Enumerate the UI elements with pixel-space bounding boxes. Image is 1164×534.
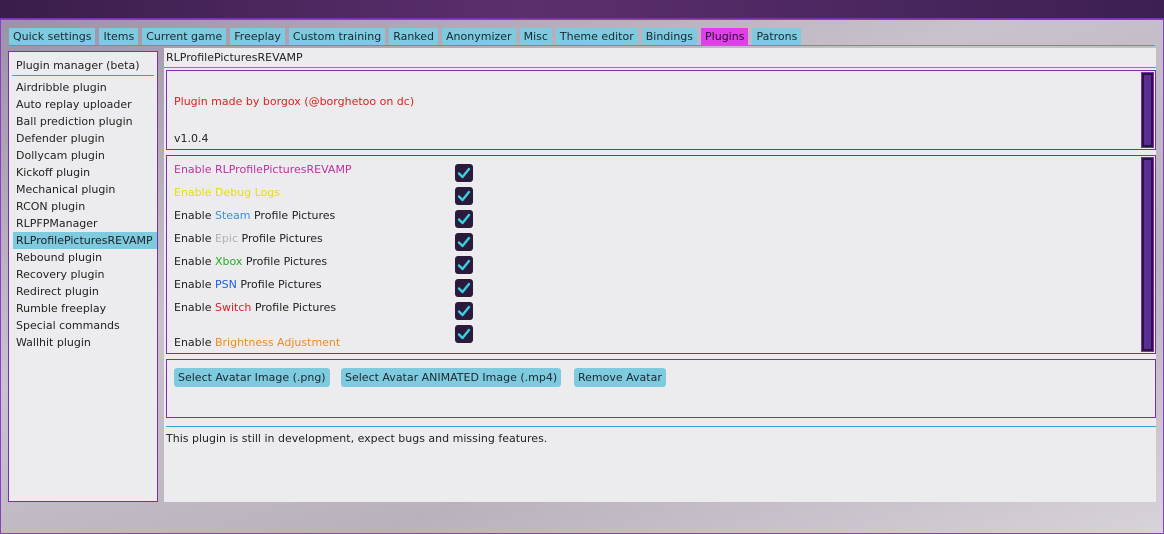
setting-label-steam: Enable Steam Profile Pictures xyxy=(174,207,335,225)
plugin-item-rumble-freeplay[interactable]: Rumble freeplay xyxy=(13,300,157,317)
plugin-author-text: Plugin made by borgox (@borghetoo on dc) xyxy=(174,95,415,108)
plugin-item-auto-replay-uploader[interactable]: Auto replay uploader xyxy=(13,96,157,113)
footer-divider xyxy=(166,426,1156,427)
plugin-item-recovery[interactable]: Recovery plugin xyxy=(13,266,157,283)
setting-suffix: Profile Pictures xyxy=(251,301,337,314)
setting-label-xbox: Enable Xbox Profile Pictures xyxy=(174,253,327,271)
plugin-item-defender[interactable]: Defender plugin xyxy=(13,130,157,147)
plugin-list: Airdribble plugin Auto replay uploader B… xyxy=(13,79,157,351)
checkbox-switch[interactable] xyxy=(455,302,473,320)
setting-prefix: Enable xyxy=(174,232,215,245)
remove-avatar-button[interactable]: Remove Avatar xyxy=(574,368,666,387)
setting-suffix: Profile Pictures xyxy=(238,232,323,245)
setting-label-switch: Enable Switch Profile Pictures xyxy=(174,299,336,317)
setting-label-debug-logs: Enable Debug Logs xyxy=(174,184,280,202)
setting-prefix: Enable xyxy=(174,336,215,349)
checkbox-epic[interactable] xyxy=(455,233,473,251)
checkbox-debug-logs[interactable] xyxy=(455,187,473,205)
setting-highlight: Epic xyxy=(214,232,239,245)
tab-quick-settings[interactable]: Quick settings xyxy=(9,28,96,45)
setting-highlight: Xbox xyxy=(214,255,243,268)
setting-highlight: Debug Logs xyxy=(214,186,281,199)
checkmark-icon xyxy=(457,328,471,340)
setting-highlight: Steam xyxy=(214,209,251,222)
tab-anonymizer[interactable]: Anonymizer xyxy=(442,28,516,45)
setting-prefix: Enable xyxy=(174,209,215,222)
checkmark-icon xyxy=(457,190,471,202)
development-notice: This plugin is still in development, exp… xyxy=(166,432,548,445)
checkbox-xbox[interactable] xyxy=(455,256,473,274)
tab-current-game[interactable]: Current game xyxy=(142,28,227,45)
tab-items[interactable]: Items xyxy=(99,28,139,45)
tab-bar-divider xyxy=(9,45,1155,46)
plugin-item-mechanical[interactable]: Mechanical plugin xyxy=(13,181,157,198)
options-scrollbar-thumb[interactable] xyxy=(1144,160,1151,349)
setting-prefix: Enable xyxy=(174,255,215,268)
setting-label-enable-plugin: Enable RLProfilePicturesREVAMP xyxy=(174,161,352,179)
tab-patrons[interactable]: Patrons xyxy=(752,28,802,45)
setting-suffix: Profile Pictures xyxy=(236,278,322,291)
setting-highlight: Brightness Adjustment xyxy=(214,336,341,349)
checkmark-icon xyxy=(457,213,471,225)
plugin-title: RLProfilePicturesREVAMP xyxy=(166,51,303,64)
select-animated-avatar-button[interactable]: Select Avatar ANIMATED Image (.mp4) xyxy=(341,368,562,387)
plugin-info-box: Plugin made by borgox (@borghetoo on dc)… xyxy=(166,70,1156,150)
checkmark-icon xyxy=(457,282,471,294)
tab-freeplay[interactable]: Freeplay xyxy=(230,28,285,45)
setting-highlight: Switch xyxy=(214,301,252,314)
plugin-version-text: v1.0.4 xyxy=(174,132,209,145)
setting-prefix: Enable xyxy=(174,163,215,176)
tab-ranked[interactable]: Ranked xyxy=(389,28,439,45)
plugin-item-kickoff[interactable]: Kickoff plugin xyxy=(13,164,157,181)
plugin-item-rlprofilepicturesrevamp[interactable]: RLProfilePicturesREVAMP xyxy=(13,232,157,249)
setting-prefix: Enable xyxy=(174,301,215,314)
tab-bindings[interactable]: Bindings xyxy=(641,28,698,45)
setting-prefix: Enable xyxy=(174,186,215,199)
setting-label-brightness: Enable Brightness Adjustment xyxy=(174,334,340,352)
plugin-item-airdribble[interactable]: Airdribble plugin xyxy=(13,79,157,96)
info-scrollbar-thumb[interactable] xyxy=(1144,75,1151,145)
plugin-item-dollycam[interactable]: Dollycam plugin xyxy=(13,147,157,164)
avatar-actions-box: Select Avatar Image (.png) Select Avatar… xyxy=(166,359,1156,418)
checkmark-icon xyxy=(457,167,471,179)
tab-plugins[interactable]: Plugins xyxy=(701,28,749,45)
plugin-list-panel: Plugin manager (beta) Airdribble plugin … xyxy=(8,51,158,502)
setting-prefix: Enable xyxy=(174,278,215,291)
plugin-manager-divider xyxy=(12,75,154,76)
plugin-manager-title: Plugin manager (beta) xyxy=(16,59,140,72)
checkbox-enable-plugin[interactable] xyxy=(455,164,473,182)
info-scrollbar[interactable] xyxy=(1141,72,1154,148)
title-bar xyxy=(0,0,1164,19)
plugin-item-rebound[interactable]: Rebound plugin xyxy=(13,249,157,266)
plugin-options-box: Enable RLProfilePicturesREVAMP Enable De… xyxy=(166,155,1156,354)
plugin-title-divider xyxy=(164,67,1156,68)
tab-bar: Quick settings Items Current game Freepl… xyxy=(9,28,805,45)
plugin-item-special-commands[interactable]: Special commands xyxy=(13,317,157,334)
select-avatar-image-button[interactable]: Select Avatar Image (.png) xyxy=(174,368,330,387)
checkbox-psn[interactable] xyxy=(455,279,473,297)
tab-custom-training[interactable]: Custom training xyxy=(288,28,386,45)
checkmark-icon xyxy=(457,259,471,271)
checkmark-icon xyxy=(457,236,471,248)
checkbox-brightness[interactable] xyxy=(455,325,473,343)
plugin-item-redirect[interactable]: Redirect plugin xyxy=(13,283,157,300)
setting-highlight: PSN xyxy=(214,278,237,291)
setting-label-epic: Enable Epic Profile Pictures xyxy=(174,230,323,248)
setting-suffix: Profile Pictures xyxy=(250,209,336,222)
setting-label-psn: Enable PSN Profile Pictures xyxy=(174,276,322,294)
plugin-item-rlpfpmanager[interactable]: RLPFPManager xyxy=(13,215,157,232)
checkbox-steam[interactable] xyxy=(455,210,473,228)
tab-misc[interactable]: Misc xyxy=(519,28,552,45)
plugin-settings-panel: RLProfilePicturesREVAMP Plugin made by b… xyxy=(164,48,1156,502)
tab-theme-editor[interactable]: Theme editor xyxy=(555,28,638,45)
options-scrollbar[interactable] xyxy=(1141,157,1154,352)
plugin-item-wallhit[interactable]: Wallhit plugin xyxy=(13,334,157,351)
setting-suffix: Profile Pictures xyxy=(242,255,328,268)
setting-highlight: RLProfilePicturesREVAMP xyxy=(214,163,352,176)
checkmark-icon xyxy=(457,305,471,317)
plugin-item-rcon[interactable]: RCON plugin xyxy=(13,198,157,215)
plugin-item-ball-prediction[interactable]: Ball prediction plugin xyxy=(13,113,157,130)
